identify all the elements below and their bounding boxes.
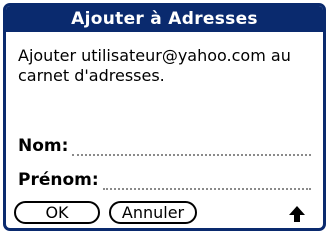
up-arrow-icon xyxy=(289,206,305,222)
last-name-label: Nom: xyxy=(18,136,69,156)
first-name-row: Prénom: xyxy=(18,168,311,190)
last-name-row: Nom: xyxy=(18,134,311,156)
first-name-label: Prénom: xyxy=(18,170,99,190)
add-to-address-book-dialog: Ajouter à Adresses Ajouter utilisateur@y… xyxy=(3,3,326,231)
ok-button[interactable]: OK xyxy=(14,201,100,224)
dialog-message: Ajouter utilisateur@yahoo.com au carnet … xyxy=(18,46,291,85)
first-name-field[interactable] xyxy=(102,174,311,190)
dialog-title: Ajouter à Adresses xyxy=(6,6,323,32)
last-name-field[interactable] xyxy=(72,140,311,156)
cancel-button[interactable]: Annuler xyxy=(109,201,197,224)
